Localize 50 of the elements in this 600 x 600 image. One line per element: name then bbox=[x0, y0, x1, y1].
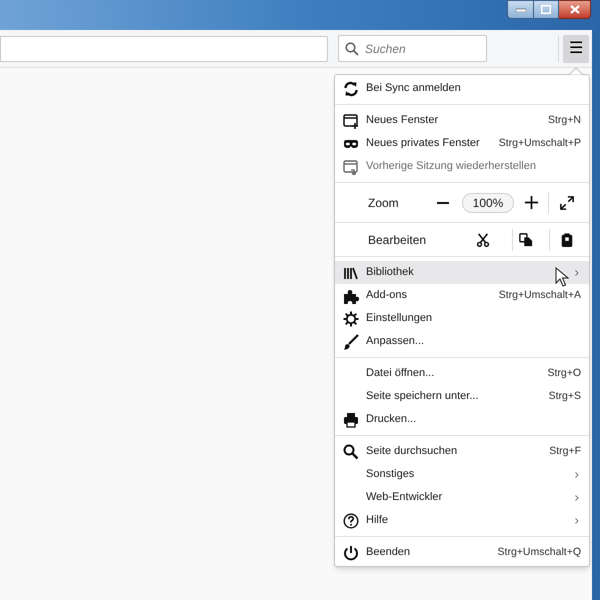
zoom-in-button[interactable] bbox=[522, 194, 540, 212]
puzzle-icon bbox=[343, 288, 359, 304]
power-icon bbox=[343, 544, 359, 560]
maximize-icon bbox=[541, 5, 551, 14]
menu-item[interactable]: Hilfe bbox=[335, 509, 589, 532]
minus-icon bbox=[437, 202, 449, 204]
edit-label: Bearbeiten bbox=[368, 232, 428, 248]
menu-item[interactable]: Drucken... bbox=[335, 408, 589, 431]
fullscreen-button[interactable] bbox=[558, 194, 576, 212]
copy-icon bbox=[519, 232, 533, 246]
menu-item[interactable]: Seite speichern unter... Strg+S bbox=[335, 385, 589, 408]
sync-icon bbox=[343, 80, 359, 96]
minimize-icon bbox=[516, 8, 526, 12]
zoom-label: Zoom bbox=[368, 194, 400, 212]
menu-item[interactable]: Seite durchsuchen Strg+F bbox=[335, 440, 589, 463]
close-button[interactable] bbox=[559, 0, 591, 19]
menu-item[interactable]: Neues privates Fenster Strg+Umschalt+P bbox=[335, 132, 589, 155]
library-icon bbox=[343, 264, 359, 280]
search-icon bbox=[343, 444, 359, 460]
maximize-button[interactable] bbox=[534, 0, 559, 19]
printer-icon bbox=[343, 412, 359, 428]
menu-item[interactable]: Bei Sync anmelden bbox=[335, 77, 589, 100]
gear-icon bbox=[343, 310, 359, 326]
search-icon bbox=[345, 42, 359, 56]
expand-arrows-icon bbox=[560, 196, 574, 210]
menu-item[interactable]: Sonstiges bbox=[335, 463, 589, 486]
scissors-icon bbox=[476, 232, 490, 246]
close-icon bbox=[570, 5, 580, 14]
address-field[interactable] bbox=[0, 36, 328, 62]
menu-item[interactable]: Neues Fenster Strg+N bbox=[335, 109, 589, 132]
zoom-reset-button[interactable]: 100% bbox=[462, 192, 514, 212]
plus-icon bbox=[524, 195, 538, 210]
cut-button[interactable] bbox=[474, 230, 492, 248]
help-icon bbox=[343, 512, 359, 528]
menu-item[interactable]: Add-ons Strg+Umschalt+A bbox=[335, 284, 589, 307]
clipboard-icon bbox=[560, 232, 574, 246]
new-window-icon bbox=[343, 112, 359, 128]
minimize-button[interactable] bbox=[507, 0, 534, 19]
menu-item[interactable]: Bibliothek bbox=[335, 261, 589, 284]
menu-item[interactable]: Anpassen... bbox=[335, 330, 589, 353]
menu-button[interactable]: ☰ bbox=[563, 34, 589, 62]
brush-icon bbox=[343, 334, 359, 350]
search-field[interactable]: Suchen bbox=[338, 35, 487, 62]
menu-item[interactable]: Web-Entwickler bbox=[335, 486, 589, 509]
menu-item[interactable]: Beenden Strg+Umschalt+Q bbox=[335, 541, 589, 564]
menu-item[interactable]: Einstellungen bbox=[335, 307, 589, 330]
menu-item[interactable]: Datei öffnen... Strg+O bbox=[335, 362, 589, 385]
restore-window-icon bbox=[343, 158, 359, 174]
mouse-cursor-icon bbox=[555, 267, 569, 287]
copy-button[interactable] bbox=[517, 230, 535, 248]
